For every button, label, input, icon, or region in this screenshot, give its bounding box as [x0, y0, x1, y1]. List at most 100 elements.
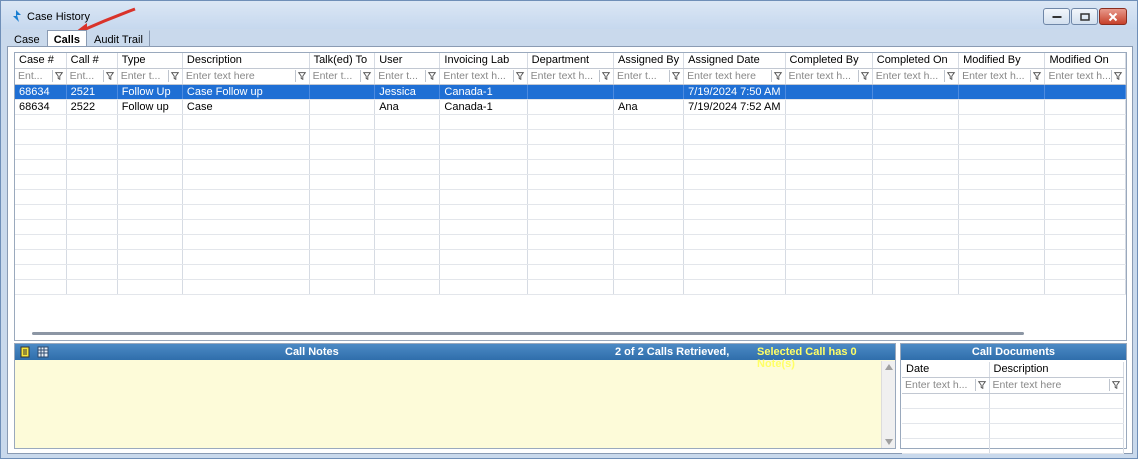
calls-filter-cell[interactable]: Enter text here [683, 68, 786, 85]
filter-funnel-icon[interactable] [51, 70, 64, 82]
close-button[interactable] [1099, 8, 1127, 25]
calls-filter-cell[interactable]: Enter text h... [872, 68, 960, 85]
calls-filter-cell[interactable]: Enter text h... [1044, 68, 1126, 85]
filter-funnel-icon[interactable] [1111, 70, 1123, 82]
table-cell[interactable]: 2522 [66, 99, 118, 115]
calls-column-header[interactable]: Invoicing Lab [439, 53, 528, 69]
calls-column-header[interactable]: User [374, 53, 441, 69]
table-row[interactable]: 68634 2521 Follow Up Case Follow up Jessica C… [15, 84, 1126, 100]
table-cell[interactable]: Case Follow up [182, 84, 310, 100]
table-cell[interactable]: 68634 [15, 84, 67, 100]
horizontal-scrollbar[interactable] [32, 332, 1024, 335]
table-cell[interactable] [309, 99, 376, 115]
tab-case[interactable]: Case [7, 30, 47, 47]
restore-button[interactable] [1071, 8, 1098, 25]
table-cell[interactable]: Canada-1 [439, 99, 528, 115]
table-cell[interactable] [872, 84, 960, 100]
calls-column-header[interactable]: Modified By [958, 53, 1046, 69]
filter-funnel-icon[interactable] [294, 70, 307, 82]
filter-funnel-icon[interactable] [669, 70, 681, 82]
table-cell[interactable] [785, 99, 873, 115]
calls-filter-cell[interactable]: Ent... [15, 68, 67, 85]
calls-filter-cell[interactable]: Enter text here [182, 68, 310, 85]
calls-column-header[interactable]: Completed By [785, 53, 873, 69]
table-cell[interactable]: Follow up [117, 99, 183, 115]
calls-filter-cell[interactable]: Enter text h... [958, 68, 1046, 85]
filter-funnel-icon[interactable] [974, 379, 987, 391]
documents-column-header[interactable]: Date [902, 362, 990, 378]
filter-funnel-icon[interactable] [598, 70, 611, 82]
grid-icon[interactable] [37, 346, 49, 358]
tab-audit-trail[interactable]: Audit Trail [87, 30, 150, 47]
table-cell[interactable] [958, 84, 1046, 100]
filter-placeholder[interactable]: Ent... [18, 70, 43, 82]
table-cell[interactable]: Jessica [374, 84, 441, 100]
filter-placeholder[interactable]: Enter text h... [1048, 70, 1110, 82]
calls-filter-cell[interactable]: Enter text h... [527, 68, 614, 85]
filter-funnel-icon[interactable] [1108, 379, 1121, 391]
filter-placeholder[interactable]: Enter text h... [443, 70, 505, 82]
table-cell[interactable] [527, 84, 614, 100]
calls-column-header[interactable]: Modified On [1044, 53, 1126, 69]
table-cell[interactable] [1044, 84, 1126, 100]
calls-column-header[interactable]: Description [182, 53, 310, 69]
filter-placeholder[interactable]: Enter t... [313, 70, 353, 82]
filter-placeholder[interactable]: Enter text here [186, 70, 255, 82]
table-cell[interactable]: Ana [374, 99, 441, 115]
filter-funnel-icon[interactable] [944, 70, 956, 82]
table-cell[interactable]: Ana [613, 99, 685, 115]
table-cell[interactable]: 7/19/2024 7:52 AM [683, 99, 786, 115]
calls-column-header[interactable]: Talk(ed) To [309, 53, 376, 69]
title-bar[interactable]: Case History [1, 1, 1137, 29]
calls-column-header[interactable]: Call # [66, 53, 118, 69]
table-row[interactable]: 68634 2522 Follow up Case Ana Canada-1 Ana 7/19… [15, 99, 1126, 115]
calls-filter-cell[interactable]: Enter text h... [785, 68, 873, 85]
minimize-button[interactable] [1043, 8, 1070, 25]
calls-filter-cell[interactable]: Enter t... [613, 68, 685, 85]
table-cell[interactable] [958, 99, 1046, 115]
table-cell[interactable]: Canada-1 [439, 84, 528, 100]
calls-column-header[interactable]: Case # [15, 53, 67, 69]
table-cell[interactable] [1044, 99, 1126, 115]
documents-filter-cell[interactable]: Enter text h... [902, 377, 990, 394]
filter-placeholder[interactable]: Enter t... [617, 70, 657, 82]
scroll-down-icon[interactable] [885, 439, 893, 445]
calls-column-header[interactable]: Completed On [872, 53, 960, 69]
documents-column-header[interactable]: Description [989, 362, 1124, 378]
filter-funnel-icon[interactable] [857, 70, 870, 82]
table-cell[interactable] [613, 84, 685, 100]
filter-placeholder[interactable]: Enter text h... [876, 70, 938, 82]
filter-placeholder[interactable]: Enter t... [121, 70, 161, 82]
filter-funnel-icon[interactable] [167, 70, 180, 82]
notes-icon[interactable] [19, 346, 31, 358]
filter-funnel-icon[interactable] [512, 70, 525, 82]
calls-filter-cell[interactable]: Enter t... [309, 68, 376, 85]
documents-filter-cell[interactable]: Enter text here [989, 377, 1124, 394]
tab-calls[interactable]: Calls [46, 30, 87, 47]
calls-filter-cell[interactable]: Enter t... [374, 68, 441, 85]
calls-filter-cell[interactable]: Enter text h... [439, 68, 528, 85]
calls-filter-cell[interactable]: Enter t... [117, 68, 183, 85]
table-cell[interactable]: 2521 [66, 84, 118, 100]
calls-column-header[interactable]: Assigned By [613, 53, 685, 69]
table-cell[interactable] [872, 99, 960, 115]
filter-placeholder[interactable]: Enter t... [378, 70, 418, 82]
table-cell[interactable] [785, 84, 873, 100]
calls-filter-cell[interactable]: Ent... [66, 68, 118, 85]
notes-vertical-scrollbar[interactable] [881, 361, 895, 448]
table-cell[interactable]: 7/19/2024 7:50 AM [683, 84, 786, 100]
calls-column-header[interactable]: Assigned Date [683, 53, 786, 69]
filter-funnel-icon[interactable] [102, 70, 115, 82]
table-cell[interactable]: Case [182, 99, 310, 115]
filter-placeholder[interactable]: Enter text here [687, 70, 756, 82]
filter-placeholder[interactable]: Enter text here [993, 379, 1062, 391]
calls-grid[interactable]: Case # Call # Type Description Talk(ed) To Us… [14, 52, 1127, 341]
filter-placeholder[interactable]: Enter text h... [531, 70, 593, 82]
scroll-up-icon[interactable] [885, 364, 893, 370]
table-cell[interactable] [309, 84, 376, 100]
calls-column-header[interactable]: Type [117, 53, 183, 69]
filter-placeholder[interactable]: Enter text h... [905, 379, 967, 391]
table-cell[interactable] [527, 99, 614, 115]
filter-funnel-icon[interactable] [425, 70, 437, 82]
filter-funnel-icon[interactable] [360, 70, 372, 82]
